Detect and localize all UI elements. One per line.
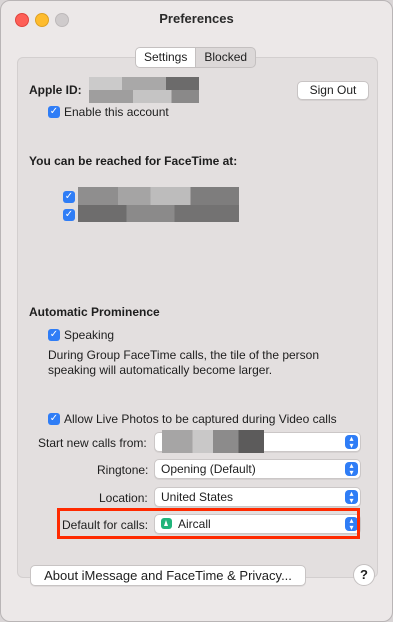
live-photos-checkbox[interactable]: ✓ bbox=[48, 413, 60, 425]
preferences-window: Preferences Settings Blocked Apple ID: S… bbox=[0, 0, 393, 622]
ringtone-value: Opening (Default) bbox=[161, 462, 256, 476]
popup-arrows-icon: ▴ ▾ bbox=[345, 490, 358, 505]
reach-entry-1-checkbox[interactable]: ✓ bbox=[63, 191, 75, 203]
enable-account-checkbox[interactable]: ✓ bbox=[48, 106, 60, 118]
reach-entry-2-redacted bbox=[78, 205, 239, 222]
start-calls-label: Start new calls from: bbox=[38, 436, 147, 450]
apple-id-label: Apple ID: bbox=[29, 83, 82, 97]
reach-heading: You can be reached for FaceTime at: bbox=[29, 154, 238, 168]
reach-entry-1-redacted bbox=[78, 187, 239, 205]
title-bar: Preferences bbox=[1, 1, 392, 39]
location-label: Location: bbox=[99, 491, 148, 505]
speaking-checkbox[interactable]: ✓ bbox=[48, 329, 60, 341]
popup-arrows-icon: ▴ ▾ bbox=[345, 462, 358, 477]
ringtone-label: Ringtone: bbox=[97, 463, 149, 477]
privacy-button[interactable]: About iMessage and FaceTime & Privacy... bbox=[30, 565, 306, 586]
speaking-label: Speaking bbox=[64, 328, 115, 342]
start-calls-value-redacted bbox=[162, 430, 264, 453]
reach-entry-2-checkbox[interactable]: ✓ bbox=[63, 209, 75, 221]
tab-settings[interactable]: Settings bbox=[136, 48, 197, 67]
tab-blocked[interactable]: Blocked bbox=[196, 48, 255, 67]
window-title: Preferences bbox=[159, 11, 234, 26]
popup-arrows-icon: ▴ ▾ bbox=[345, 435, 358, 450]
ringtone-popup[interactable]: Opening (Default) ▴ ▾ bbox=[154, 459, 361, 479]
prominence-heading: Automatic Prominence bbox=[29, 305, 160, 319]
enable-account-label: Enable this account bbox=[64, 105, 169, 119]
sign-out-button[interactable]: Sign Out bbox=[297, 81, 369, 100]
start-calls-popup[interactable]: ▴ ▾ bbox=[154, 430, 361, 453]
help-button[interactable]: ? bbox=[353, 564, 375, 586]
speaking-description-line-1: During Group FaceTime calls, the tile of… bbox=[48, 348, 320, 362]
annotation-highlight-box bbox=[57, 508, 360, 539]
live-photos-label: Allow Live Photos to be captured during … bbox=[64, 412, 337, 426]
apple-id-value-redacted bbox=[89, 77, 199, 103]
location-popup[interactable]: United States ▴ ▾ bbox=[154, 487, 361, 507]
tab-control: Settings Blocked bbox=[135, 47, 257, 68]
location-value: United States bbox=[161, 490, 234, 504]
speaking-description-line-2: speaking will automatically become large… bbox=[48, 363, 273, 377]
